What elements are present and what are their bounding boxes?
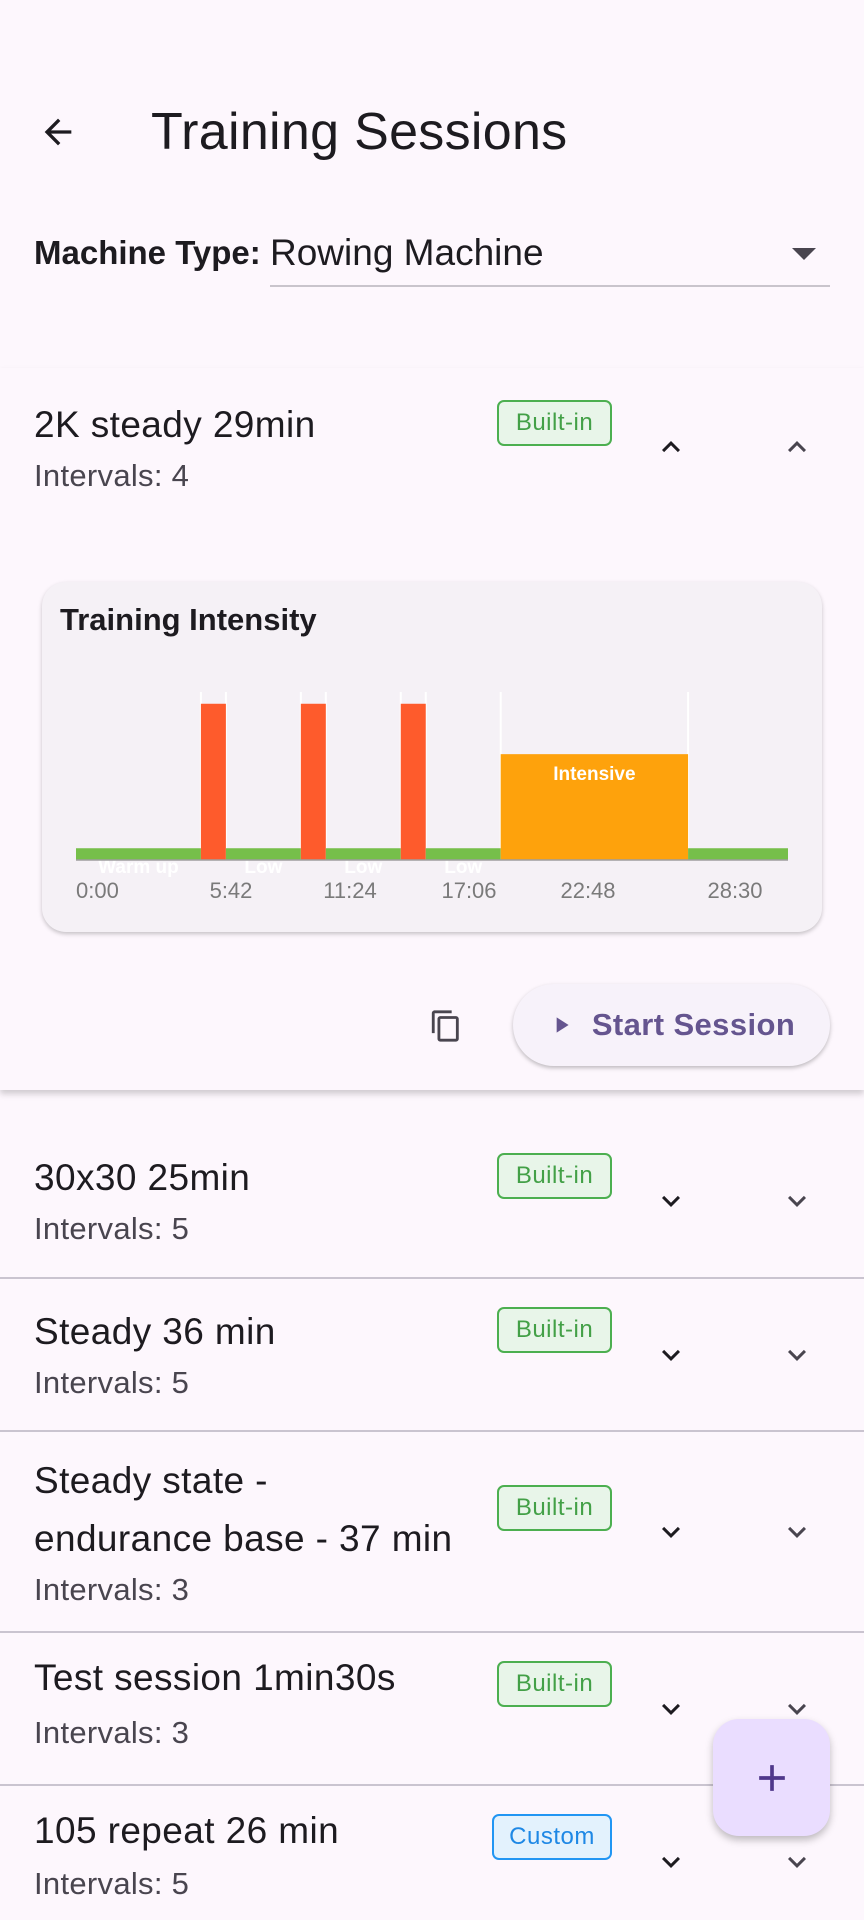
machine-type-dropdown[interactable]: Rowing Machine xyxy=(270,228,830,287)
chevron-down-icon xyxy=(662,1195,680,1207)
copy-button[interactable] xyxy=(424,1004,468,1048)
status-badge: Built-in xyxy=(497,1485,612,1531)
expand-toggle[interactable] xyxy=(777,1181,817,1221)
session-title: 30x30 25min xyxy=(34,1157,251,1198)
x-tick-label: 5:42 xyxy=(210,878,253,903)
x-tick-label: 17:06 xyxy=(441,878,496,903)
session-title-line1: Steady state - xyxy=(34,1460,268,1501)
copy-icon xyxy=(431,1010,459,1042)
intensity-chart: Warm up Low Low LowIntensive0:00 5:42 11:24 17… xyxy=(76,692,788,903)
chevron-down-icon xyxy=(662,1526,680,1538)
session-intervals: Intervals: 3 xyxy=(34,1715,190,1750)
intensity-bar xyxy=(688,848,788,860)
session-intervals: Intervals: 5 xyxy=(34,1211,190,1246)
start-session-button[interactable]: Start Session xyxy=(513,984,830,1066)
page-title: Training Sessions xyxy=(151,103,568,161)
expand-toggle[interactable] xyxy=(777,1335,817,1375)
chevron-down-icon xyxy=(788,1349,806,1361)
session-title: 105 repeat 26 min xyxy=(34,1810,340,1851)
intensity-chart-card: Training Intensity Warm up Low Low Low Inten… xyxy=(42,582,822,932)
start-session-label: Start Session xyxy=(591,1007,796,1042)
session-title: Steady 36 min xyxy=(34,1311,276,1352)
status-badge: Built-in xyxy=(497,1307,612,1353)
status-badge: Custom xyxy=(492,1814,612,1860)
expand-button[interactable] xyxy=(651,1181,691,1221)
status-badge: Built-in xyxy=(497,1153,612,1199)
expand-button[interactable] xyxy=(651,1689,691,1729)
session-row[interactable]: 30x30 25min Intervals: 5 Built-in xyxy=(0,1125,864,1279)
add-session-button[interactable] xyxy=(713,1719,830,1836)
expand-button[interactable] xyxy=(651,1842,691,1882)
session-row[interactable]: Steady 36 min Intervals: 5 Built-in xyxy=(0,1279,864,1432)
expand-toggle[interactable] xyxy=(777,1512,817,1552)
x-tick-label: 0:00 xyxy=(76,878,119,903)
intensity-bar xyxy=(300,703,326,860)
expand-toggle[interactable] xyxy=(777,427,817,467)
machine-type-value: Rowing Machine xyxy=(270,232,544,273)
chevron-down-icon xyxy=(788,1526,806,1538)
chevron-down-icon xyxy=(662,1349,680,1361)
play-icon xyxy=(556,1017,569,1033)
chevron-down-icon xyxy=(662,1856,680,1868)
chevron-down-icon xyxy=(788,1195,806,1207)
session-intervals: Intervals: 5 xyxy=(34,1365,190,1400)
expand-button[interactable] xyxy=(651,1512,691,1552)
expand-button[interactable] xyxy=(651,1335,691,1375)
segment-label: Intensive xyxy=(553,764,635,785)
session-title-line2: endurance base - 37 min xyxy=(34,1518,453,1559)
arrow-back-icon xyxy=(44,118,72,146)
session-intervals: Intervals: 3 xyxy=(34,1572,190,1607)
session-row[interactable]: Steady state - endurance base - 37 min I… xyxy=(0,1432,864,1633)
x-tick-label: 11:24 xyxy=(323,878,376,903)
expand-toggle[interactable] xyxy=(777,1842,817,1882)
session-card-expanded[interactable]: 2K steady 29min Intervals: 4 Built-in Tr… xyxy=(0,368,864,1090)
back-button[interactable] xyxy=(30,104,86,160)
session-title: 2K steady 29min xyxy=(34,404,316,445)
session-intervals: Intervals: 5 xyxy=(34,1866,190,1901)
intensity-bar xyxy=(200,703,226,860)
dropdown-arrow-icon xyxy=(792,248,816,260)
chevron-down-icon xyxy=(662,1703,680,1715)
app-bar: Training Sessions xyxy=(0,80,864,184)
intensity-bar xyxy=(400,703,426,860)
machine-type-label: Machine Type: xyxy=(34,234,261,271)
chevron-up-icon xyxy=(788,441,806,453)
chevron-up-icon xyxy=(662,441,680,453)
add-icon xyxy=(758,1764,785,1791)
machine-type-row: Machine Type: Rowing Machine xyxy=(34,228,830,288)
status-badge: Built-in xyxy=(497,1661,612,1707)
x-tick-label: 22:48 xyxy=(560,878,615,903)
session-intervals: Intervals: 4 xyxy=(34,458,190,493)
status-badge: Built-in xyxy=(497,400,612,446)
collapse-button[interactable] xyxy=(651,427,691,467)
chevron-down-icon xyxy=(788,1856,806,1868)
session-title: Test session 1min30s xyxy=(34,1657,396,1698)
x-tick-label: 28:30 xyxy=(707,878,762,903)
